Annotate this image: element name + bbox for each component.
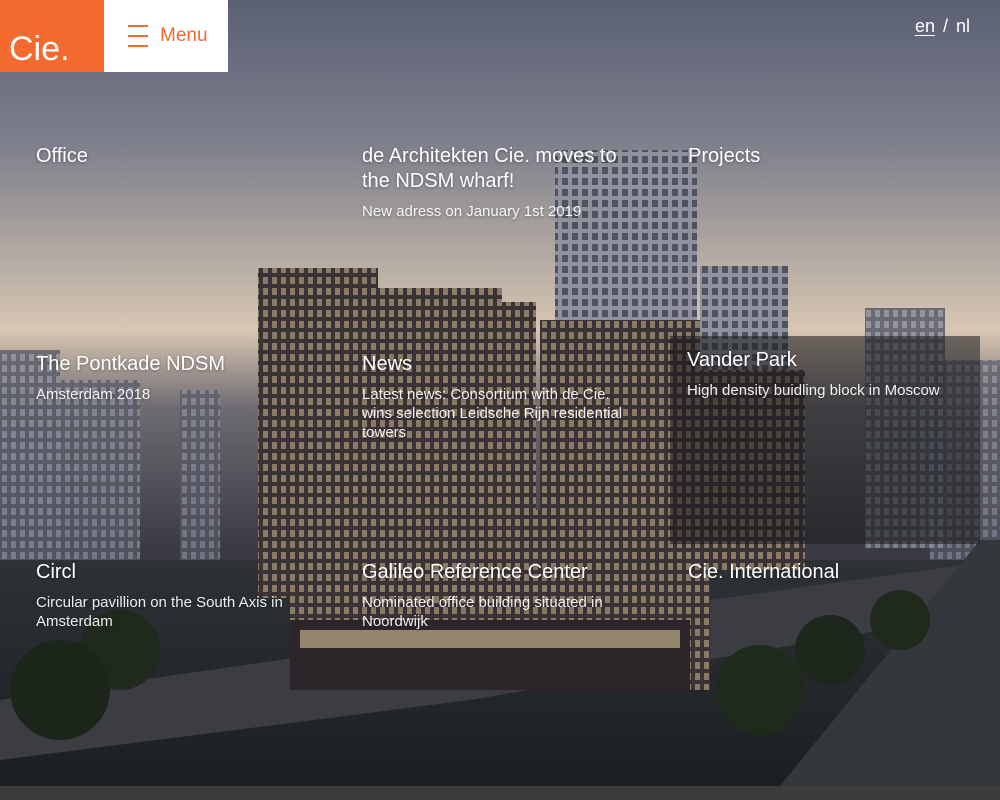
tile-subtitle: Latest news: Consortium with de Cie. win… <box>362 386 623 441</box>
tile-circl[interactable]: Circl Circular pavillion on the South Ax… <box>0 548 326 756</box>
tile-office[interactable]: Office <box>0 132 326 340</box>
tile-title: Office <box>36 145 88 167</box>
tile-title: Cie. International <box>688 561 840 583</box>
tile-title: Circl <box>36 561 76 583</box>
tile-title: Galileo Reference Center <box>362 561 588 583</box>
language-separator: / <box>942 16 948 36</box>
tile-projects[interactable]: Projects <box>652 132 978 340</box>
tile-subtitle: High density buidling block in Moscow <box>687 382 940 399</box>
tile-title: Projects <box>688 145 761 167</box>
tile-news[interactable]: News Latest news: Consortium with de Cie… <box>326 340 652 548</box>
hamburger-icon <box>128 21 148 51</box>
tile-subtitle: Amsterdam 2018 <box>36 386 151 403</box>
language-en-link[interactable]: en <box>915 16 935 37</box>
tile-title: Vander Park <box>687 349 797 371</box>
tile-vander-park[interactable]: Vander Park High density buidling block … <box>670 336 980 544</box>
logo[interactable]: Cie. <box>0 0 104 72</box>
tile-subtitle: New adress on January 1st 2019 <box>362 203 582 220</box>
tile-subtitle: Nominated office building situated in No… <box>362 594 603 630</box>
tile-galileo-reference-center[interactable]: Galileo Reference Center Nominated offic… <box>326 548 652 756</box>
tile-cie-international[interactable]: Cie. International <box>652 548 978 756</box>
tile-title: News <box>362 353 413 375</box>
tile-subtitle: Circular pavillion on the South Axis in … <box>36 594 283 630</box>
menu-button[interactable]: Menu <box>104 0 228 72</box>
language-nl-link[interactable]: nl <box>956 16 970 37</box>
tile-title: The Pontkade NDSM <box>36 353 225 375</box>
tile-news-ndsm-move[interactable]: de Architekten Cie. moves to the NDSM wh… <box>326 132 652 340</box>
tile-pontkade-ndsm[interactable]: The Pontkade NDSM Amsterdam 2018 <box>0 340 326 548</box>
language-switch: en / nl <box>915 16 970 37</box>
tile-title: de Architekten Cie. moves to the NDSM wh… <box>362 145 617 192</box>
logo-text: Cie. <box>9 30 70 68</box>
bottom-bar <box>0 786 1000 800</box>
menu-label: Menu <box>160 25 208 46</box>
